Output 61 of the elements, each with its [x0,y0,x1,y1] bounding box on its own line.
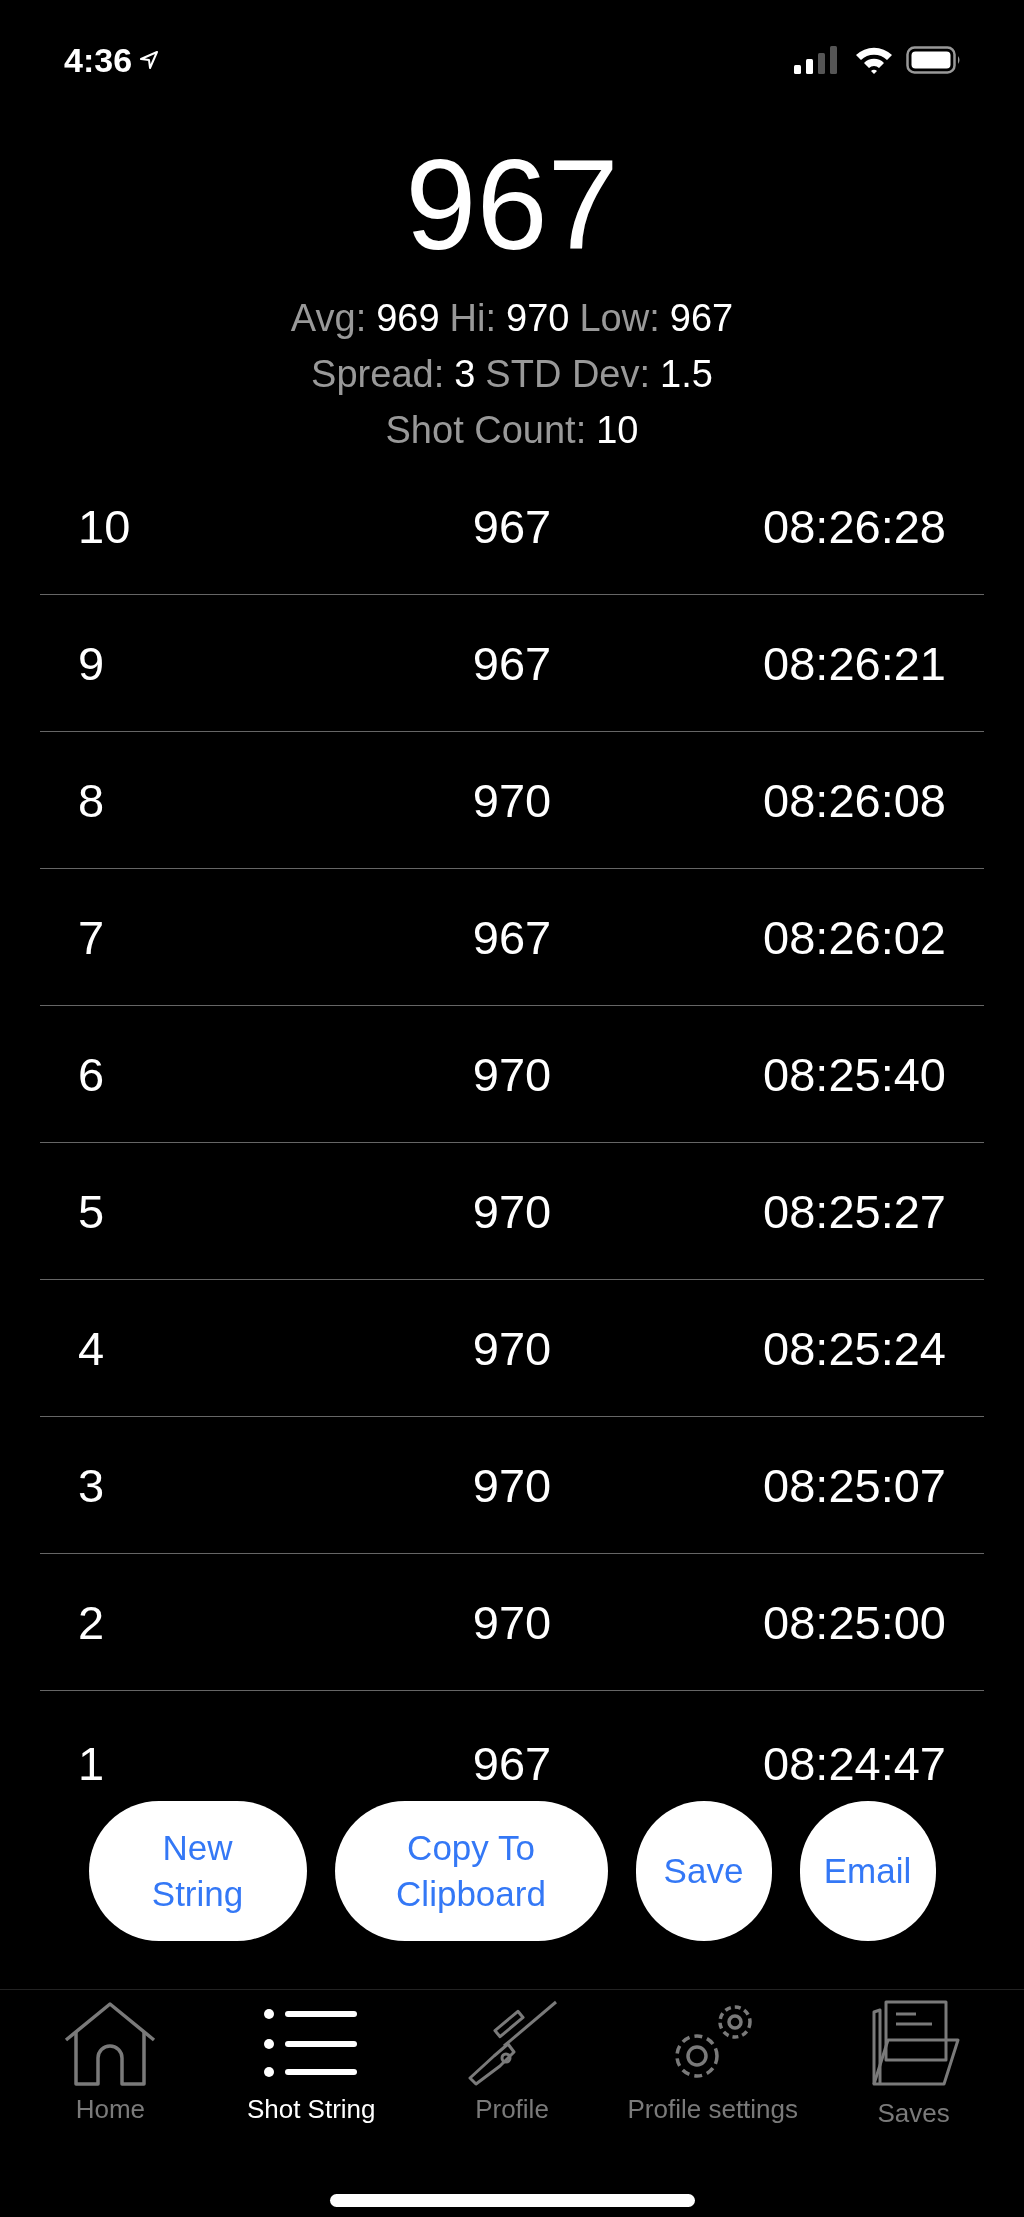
tab[interactable]: Shot String [210,2000,412,2129]
shot-time: 08:24:47 [763,1736,947,1791]
stat-label: Low: [579,296,660,341]
stat-label: Hi: [449,296,497,341]
shot-velocity: 970 [472,1320,552,1376]
shot-number: 10 [77,498,131,554]
shot-number: 2 [77,1594,105,1650]
stat-value: 1.5 [660,352,713,397]
shot-velocity: 970 [472,1594,552,1650]
stat-label: STD Dev: [485,352,651,397]
shot-number: 1 [77,1736,105,1791]
tab[interactable]: Home [10,2000,211,2129]
shot-number: 7 [77,909,105,965]
shot-velocity: 970 [472,772,552,828]
shot-velocity: 967 [472,1736,552,1791]
shot-number: 4 [77,1320,105,1376]
stat-value: 969 [376,296,440,341]
stat-label: Shot Count: [385,408,587,453]
stat-label: Spread: [311,352,445,397]
status-time: 4:36 [64,40,133,80]
shot-time: 08:25:24 [763,1320,947,1376]
tab-label: Home [75,2094,146,2125]
stat-label: Avg: [290,296,367,341]
stat-value: 967 [669,296,734,341]
shot-number: 9 [77,635,105,691]
shot-number: 5 [77,1183,105,1239]
shot-time: 08:26:21 [763,635,947,691]
shot-time: 08:26:02 [763,909,947,965]
tab-label: Profile [475,2094,549,2125]
shot-time: 08:25:00 [763,1594,947,1650]
tab[interactable]: Profile [411,2000,613,2129]
shot-time: 08:25:07 [763,1457,947,1513]
shot-number: 3 [77,1457,105,1513]
shot-velocity: 967 [472,909,552,965]
shot-velocity: 970 [472,1457,552,1513]
tab-label: Saves [877,2098,950,2129]
shot-velocity: 967 [472,635,552,691]
stat-value: 10 [596,408,639,453]
action-button[interactable]: Save [635,1801,772,1941]
wifi-icon [854,45,894,75]
shot-velocity: 970 [472,1046,552,1102]
velocity-reading: 967 [405,132,619,278]
shot-time: 08:25:40 [763,1046,947,1102]
tab-label: Shot String [246,2094,376,2125]
battery-icon [906,46,962,74]
shot-number: 6 [77,1046,105,1102]
shot-time: 08:26:28 [763,498,947,554]
stat-value: 970 [506,296,570,341]
tab[interactable]: Profile settings [612,2000,814,2129]
shot-time: 08:26:08 [763,772,947,828]
tab[interactable]: Saves [813,2000,1014,2129]
action-button[interactable]: New String [88,1801,307,1941]
action-button[interactable]: Email [799,1801,936,1941]
shot-number: 8 [77,772,105,828]
shot-velocity: 970 [472,1183,552,1239]
shot-velocity: 967 [472,498,552,554]
shot-time: 08:25:27 [763,1183,947,1239]
location-arrow-icon [138,49,161,71]
action-button[interactable]: Copy To Clipboard [334,1801,608,1941]
tab-label: Profile settings [627,2094,799,2125]
stat-value: 3 [454,352,476,397]
